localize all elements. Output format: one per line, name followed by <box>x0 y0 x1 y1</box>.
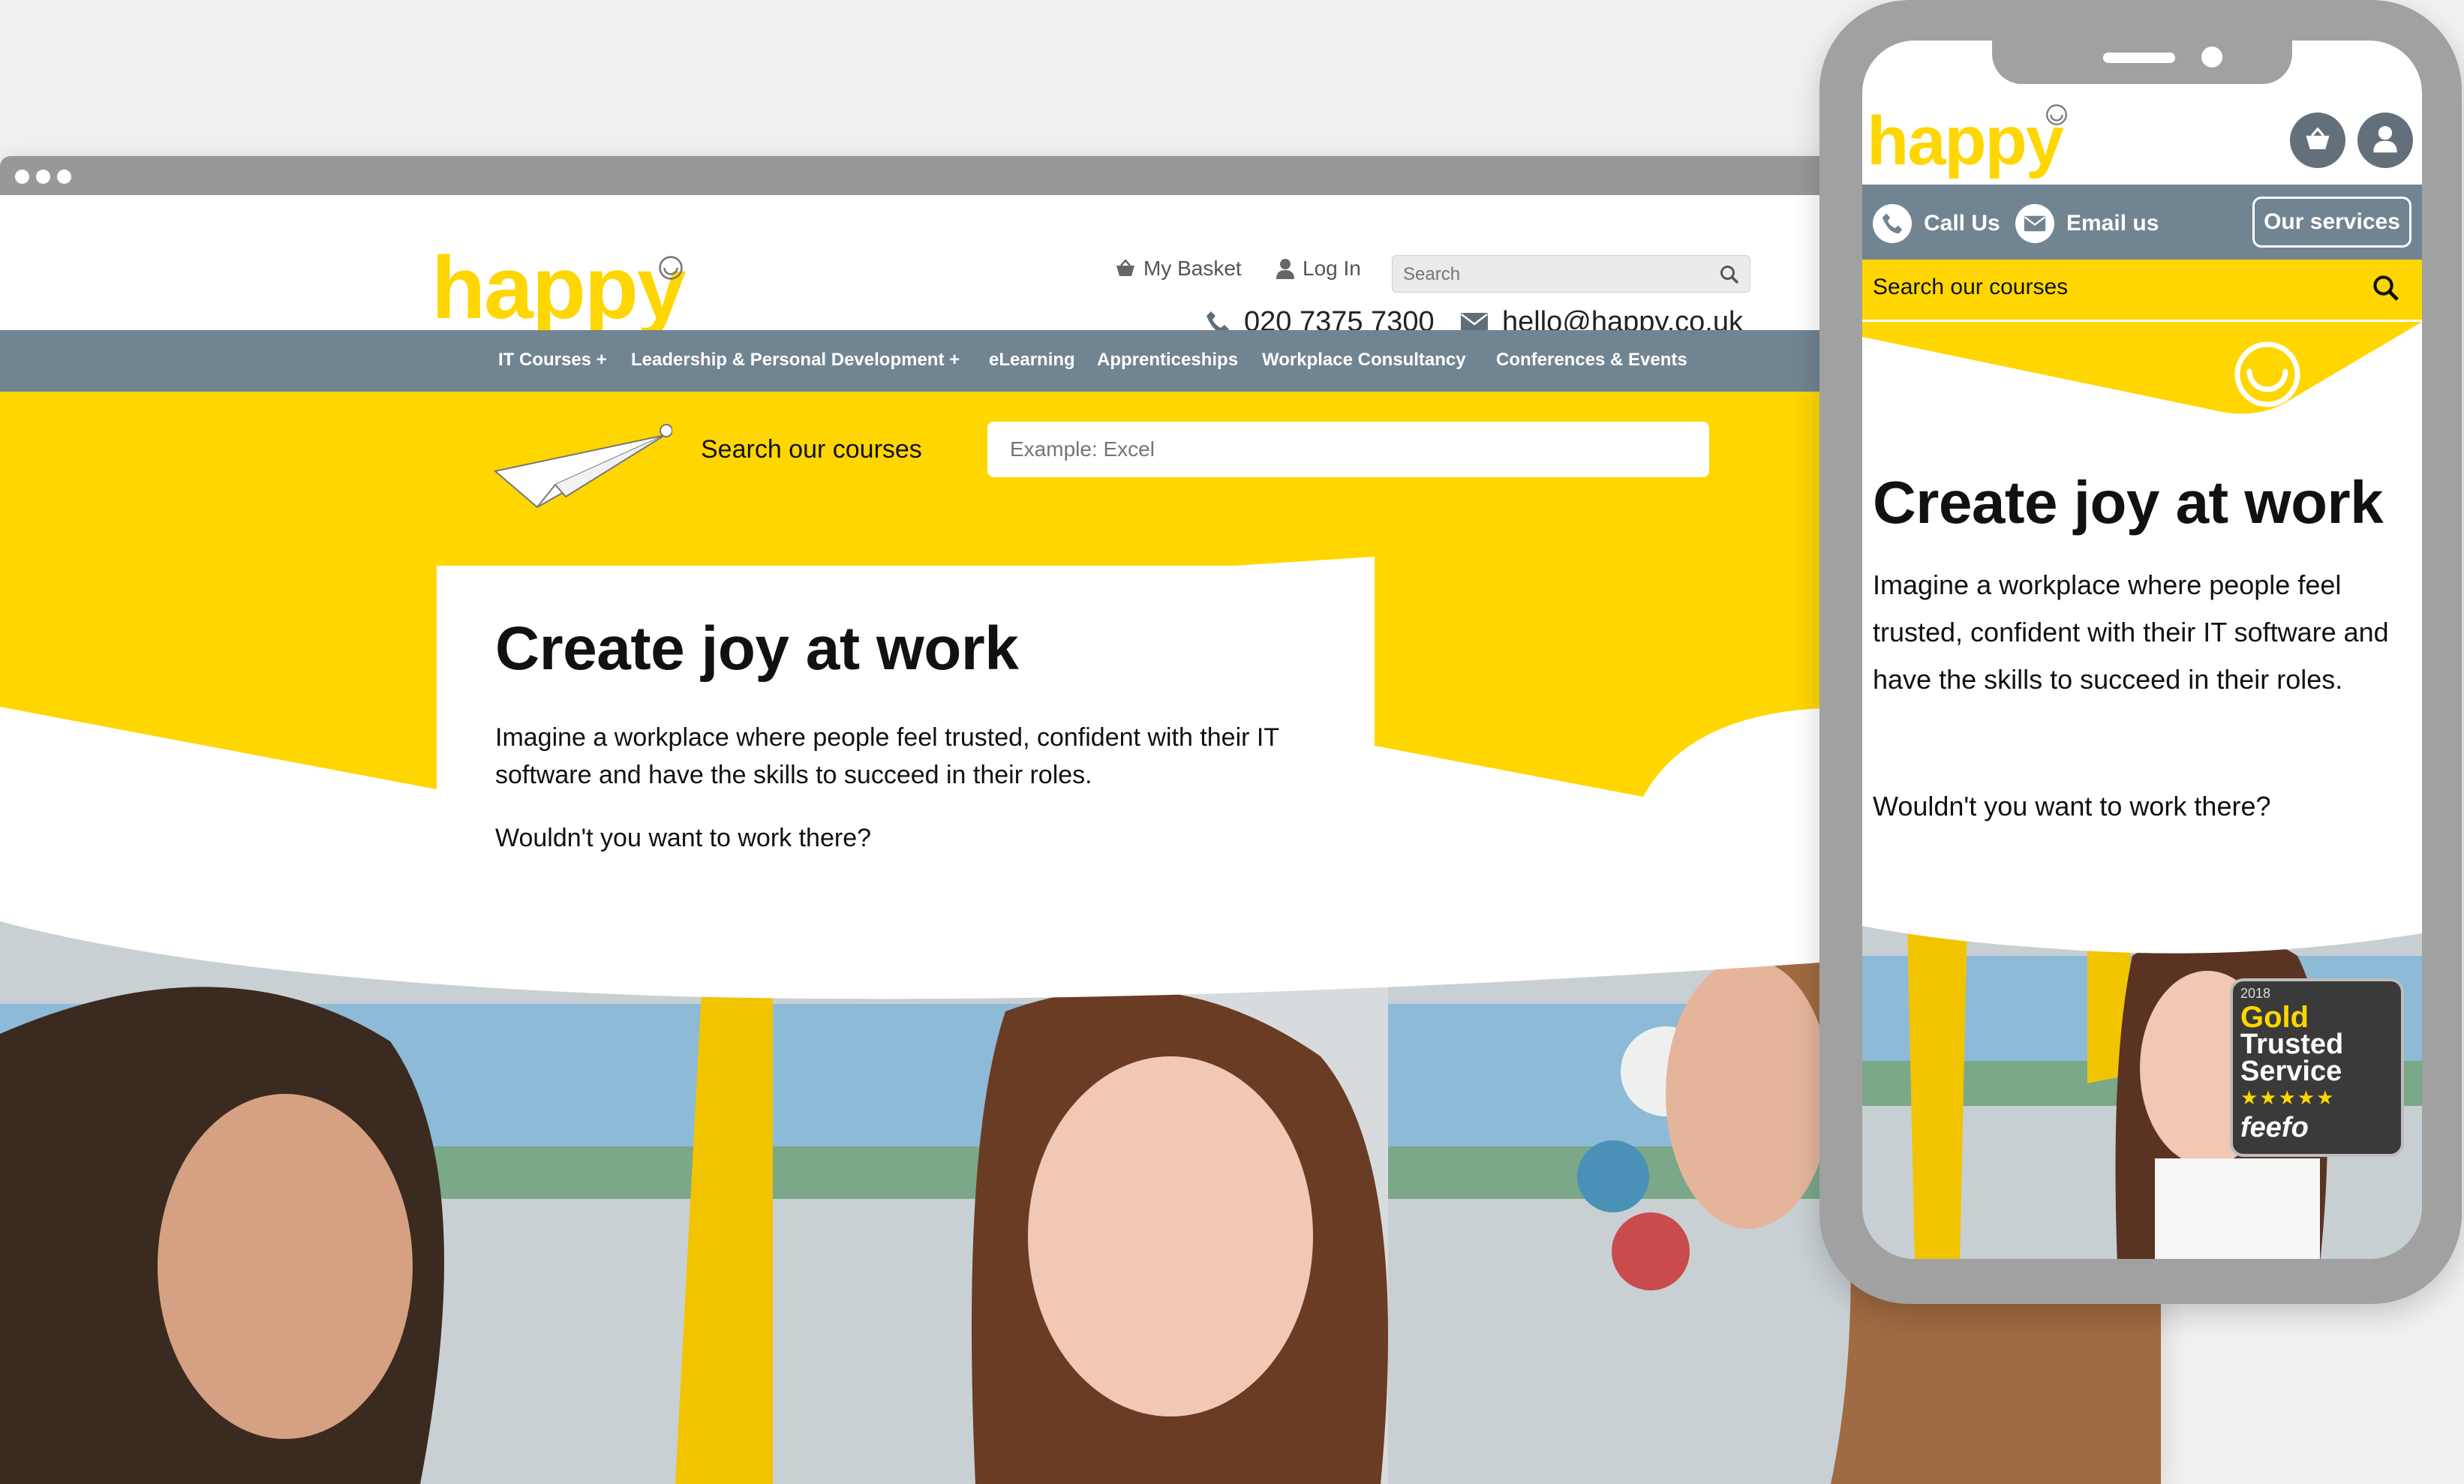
nav-conferences-events[interactable]: Conferences & Events <box>1496 350 1687 371</box>
course-search-label: Search our courses <box>701 435 922 464</box>
basket-button[interactable] <box>2290 113 2345 168</box>
basket-icon <box>2306 128 2330 149</box>
feefo-logo: feefo <box>2240 1112 2309 1143</box>
log-in-label: Log In <box>1303 257 1361 280</box>
mobile-wave-divider <box>1862 911 2422 954</box>
window-dot-icon[interactable] <box>57 170 71 184</box>
call-us-button[interactable]: Call Us <box>1873 204 2000 243</box>
email-us-label: Email us <box>2066 211 2159 236</box>
nav-apprenticeships[interactable]: Apprenticeships <box>1097 350 1238 371</box>
user-icon <box>1276 259 1294 279</box>
badge-gold: Gold <box>2240 1001 2309 1034</box>
mobile-hero-body: Imagine a workplace where people feel tr… <box>1873 569 2389 695</box>
phone-camera <box>2201 47 2222 68</box>
nav-workplace-consultancy[interactable]: Workplace Consultancy <box>1262 350 1466 371</box>
envelope-icon-wrap <box>2015 204 2054 243</box>
log-in-link[interactable]: Log In <box>1276 257 1361 281</box>
account-button[interactable] <box>2357 113 2413 168</box>
window-dot-icon[interactable] <box>36 170 50 184</box>
phone-icon <box>1882 213 1903 234</box>
envelope-icon <box>2024 215 2046 232</box>
paper-plane-icon <box>493 424 672 509</box>
phone-speaker <box>2103 53 2175 63</box>
mobile-action-bar: Call Us Email us Our services <box>1862 185 2422 260</box>
call-us-label: Call Us <box>1924 211 2000 236</box>
basket-icon <box>1116 260 1134 276</box>
course-search-input[interactable] <box>987 422 1709 477</box>
site-search-input[interactable] <box>1402 262 1705 287</box>
search-icon[interactable] <box>2372 275 2399 302</box>
smiley-icon <box>2046 104 2067 125</box>
search-icon[interactable] <box>1720 265 1739 284</box>
mobile-hero-shape <box>1862 322 2422 414</box>
nav-elearning[interactable]: eLearning <box>989 350 1075 371</box>
window-dot-icon[interactable] <box>15 170 29 184</box>
smiley-icon <box>659 256 683 280</box>
badge-trusted: Trusted <box>2240 1029 2344 1060</box>
our-services-button[interactable]: Our services <box>2252 197 2411 248</box>
site-search-box <box>1392 255 1750 293</box>
hero-title: Create joy at work <box>495 614 1019 683</box>
happy-logo[interactable]: happy <box>431 244 686 332</box>
feefo-trusted-badge[interactable]: 2018 Gold Trusted Service ★★★★★ feefo <box>2230 978 2404 1157</box>
happy-logo[interactable]: happy <box>1867 107 2064 176</box>
email-us-button[interactable]: Email us <box>2015 204 2159 243</box>
my-basket-label: My Basket <box>1143 257 1242 280</box>
mobile-screen: happy Call Us Email us Our services Sear… <box>1862 41 2422 1259</box>
hero-question: Wouldn't you want to work there? <box>495 824 872 852</box>
mobile-course-search[interactable]: Search our courses <box>1862 260 2422 322</box>
nav-leadership[interactable]: Leadership & Personal Development + <box>631 350 960 371</box>
mobile-hero-title: Create joy at work <box>1873 469 2384 536</box>
my-basket-link[interactable]: My Basket <box>1115 257 1242 281</box>
mobile-search-label: Search our courses <box>1873 275 2069 299</box>
mobile-hero-question: Wouldn't you want to work there? <box>1873 791 2271 822</box>
nav-it-courses[interactable]: IT Courses + <box>498 350 607 371</box>
user-icon <box>2373 126 2397 153</box>
badge-year: 2018 <box>2240 986 2271 1001</box>
badge-stars: ★★★★★ <box>2240 1086 2336 1109</box>
hero-body-text: Imagine a workplace where people feel tr… <box>495 723 1279 789</box>
phone-icon-wrap <box>1873 204 1912 243</box>
badge-service: Service <box>2240 1056 2342 1087</box>
